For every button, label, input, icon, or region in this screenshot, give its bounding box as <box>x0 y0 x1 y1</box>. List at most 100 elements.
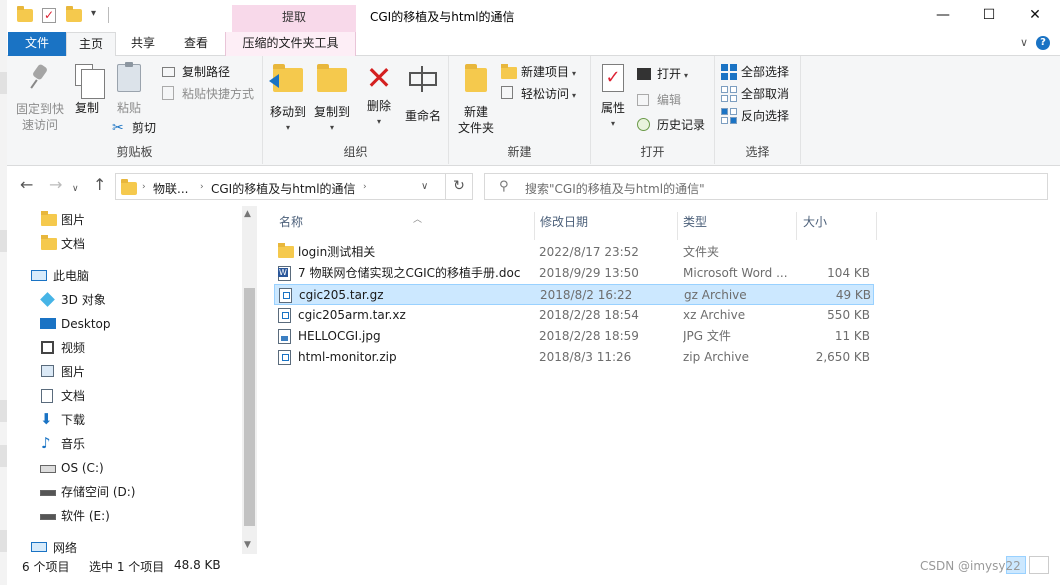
move-to-button[interactable]: 移动到 ▾ <box>267 62 309 136</box>
nav-item-drive-d[interactable]: 存储空间 (D:) <box>7 481 241 503</box>
nav-item-drive-e[interactable]: 软件 (E:) <box>7 505 241 527</box>
search-placeholder: 搜索"CGI的移植及与html的通信" <box>525 182 705 196</box>
file-size: 49 KB <box>835 288 871 302</box>
divider <box>108 7 109 23</box>
archive-icon <box>278 308 293 323</box>
address-bar[interactable]: › 物联... › CGI的移植及与html的通信 › ∨ <box>115 173 446 200</box>
file-size: 2,650 KB <box>815 350 870 364</box>
nav-item-desktop[interactable]: Desktop <box>7 313 241 335</box>
paste-button[interactable]: 粘贴 <box>111 62 147 116</box>
selected-count: 选中 1 个项目 <box>89 560 165 574</box>
clipboard-group: 固定到快 速访问 复制 粘贴 复制路径 粘贴快捷方式 ✂ 剪切 剪贴板 <box>7 56 263 164</box>
address-dropdown-icon[interactable]: ∨ <box>421 181 428 192</box>
extract-context-header: 提取 <box>232 5 356 32</box>
copy-button[interactable]: 复制 <box>69 62 105 116</box>
edit-button[interactable]: 编辑 <box>637 90 681 110</box>
column-header-size[interactable]: 大小 <box>797 212 877 240</box>
folder-icon <box>41 235 57 251</box>
new-item-button[interactable]: 新建项目 ▾ <box>501 62 576 82</box>
file-row[interactable]: 7 物联网仓储实现之CGIC的移植手册.doc 2018/9/29 13:50 … <box>274 263 874 284</box>
cut-button[interactable]: ✂ 剪切 <box>112 118 156 138</box>
large-icons-view-icon[interactable] <box>1029 556 1049 574</box>
file-date: 2018/8/3 11:26 <box>539 350 632 364</box>
nav-item-downloads[interactable]: ⬇ 下载 <box>7 409 241 431</box>
nav-item-this-pc[interactable]: 此电脑 <box>7 265 241 287</box>
nav-item-label: 图片 <box>61 213 86 227</box>
scroll-down-icon[interactable]: ▼ <box>244 540 251 550</box>
scrollbar-thumb[interactable] <box>244 288 255 526</box>
file-row[interactable]: login测试相关 2022/8/17 23:52 文件夹 <box>274 242 874 263</box>
scroll-up-icon[interactable]: ▲ <box>244 209 251 219</box>
open-button[interactable]: 打开 ▾ <box>637 64 688 84</box>
nav-item-music[interactable]: ♪ 音乐 <box>7 433 241 455</box>
refresh-icon[interactable]: ↻ <box>445 173 473 200</box>
open-icon <box>637 68 651 80</box>
nav-scrollbar[interactable]: ▲ ▼ <box>242 206 257 554</box>
tab-file[interactable]: 文件 <box>8 32 66 56</box>
file-row-selected[interactable]: cgic205.tar.gz 2018/8/2 16:22 gz Archive… <box>274 284 874 305</box>
ribbon-collapse-icon[interactable]: ∨ <box>1020 36 1028 49</box>
breadcrumb-item-current[interactable]: CGI的移植及与html的通信 <box>211 180 356 197</box>
search-input[interactable]: ⚲ 搜索"CGI的移植及与html的通信" <box>484 173 1048 200</box>
tab-share[interactable]: 共享 <box>119 32 167 56</box>
delete-button[interactable]: ✕ 删除 ▾ <box>361 62 397 130</box>
up-arrow-icon[interactable]: ↑ <box>93 177 106 193</box>
drive-d-icon <box>40 490 56 496</box>
select-none-button[interactable]: 全部取消 <box>721 84 789 104</box>
nav-item-label: 下载 <box>61 413 86 427</box>
tab-compressed-folder-tools[interactable]: 压缩的文件夹工具 <box>225 32 356 56</box>
nav-item-documents[interactable]: 文档 <box>7 385 241 407</box>
open-group: ✓ 属性 ▾ 打开 ▾ 编辑 历史记录 打开 <box>591 56 715 164</box>
copy-to-button[interactable]: 复制到 ▾ <box>311 62 353 136</box>
tab-view[interactable]: 查看 <box>170 32 222 56</box>
copy-path-icon <box>162 67 175 77</box>
file-type: xz Archive <box>683 308 746 322</box>
search-icon: ⚲ <box>499 179 509 194</box>
column-header-date[interactable]: 修改日期 <box>534 212 678 240</box>
back-arrow-icon[interactable]: ← <box>20 177 33 193</box>
file-date: 2018/8/2 16:22 <box>540 288 633 302</box>
recent-locations-chevron-icon[interactable]: ∨ <box>72 181 79 197</box>
new-folder-quick-icon[interactable] <box>66 6 82 23</box>
minimize-button[interactable]: — <box>920 0 966 32</box>
pin-to-quick-access-button[interactable]: 固定到快 速访问 <box>11 62 69 133</box>
new-folder-button[interactable]: 新建 文件夹 <box>455 62 497 136</box>
invert-selection-icon <box>721 108 737 124</box>
file-row[interactable]: html-monitor.zip 2018/8/3 11:26 zip Arch… <box>274 347 874 368</box>
file-row[interactable]: HELLOCGI.jpg 2018/2/28 18:59 JPG 文件 11 K… <box>274 326 874 347</box>
file-name: login测试相关 <box>298 245 376 259</box>
nav-item-pictures[interactable]: 图片 <box>7 361 241 383</box>
invert-selection-button[interactable]: 反向选择 <box>721 106 789 126</box>
forward-arrow-icon[interactable]: → <box>49 177 62 193</box>
window-title: CGI的移植及与html的通信 <box>370 10 515 24</box>
check-icon[interactable]: ✓ <box>42 8 58 24</box>
select-all-button[interactable]: 全部选择 <box>721 62 789 82</box>
nav-item-pictures-quick[interactable]: 图片 <box>7 209 241 231</box>
rename-icon <box>407 66 439 104</box>
history-button[interactable]: 历史记录 <box>637 115 705 135</box>
new-item-icon <box>501 64 517 80</box>
column-header-type[interactable]: 类型 <box>677 212 797 240</box>
nav-item-videos[interactable]: 视频 <box>7 337 241 359</box>
folder-icon <box>17 6 33 23</box>
close-button[interactable]: ✕ <box>1012 0 1058 32</box>
tab-home[interactable]: 主页 <box>66 32 116 57</box>
file-name: cgic205.tar.gz <box>299 288 384 302</box>
maximize-button[interactable]: ☐ <box>966 0 1012 32</box>
rename-button[interactable]: 重命名 <box>401 62 445 124</box>
nav-item-label: 软件 (E:) <box>61 509 110 523</box>
nav-item-3d-objects[interactable]: 3D 对象 <box>7 289 241 311</box>
copy-path-button[interactable]: 复制路径 <box>162 62 230 82</box>
paste-shortcut-button[interactable]: 粘贴快捷方式 <box>162 84 254 104</box>
easy-access-button[interactable]: 轻松访问 ▾ <box>501 84 576 104</box>
nav-item-drive-c[interactable]: OS (C:) <box>7 457 241 479</box>
file-row[interactable]: cgic205arm.tar.xz 2018/2/28 18:54 xz Arc… <box>274 305 874 326</box>
properties-button[interactable]: ✓ 属性 ▾ <box>597 62 629 132</box>
column-header-name[interactable]: 名称 ︿ <box>273 212 535 240</box>
status-bar: 6 个项目 选中 1 个项目 48.8 KB <box>7 554 1060 585</box>
breadcrumb-item[interactable]: 物联... <box>153 180 188 197</box>
quick-access-dropdown-icon[interactable]: ▾ <box>91 8 96 19</box>
nav-item-documents-quick[interactable]: 文档 <box>7 233 241 255</box>
word-doc-icon <box>278 266 293 281</box>
help-icon[interactable]: ? <box>1036 36 1050 50</box>
